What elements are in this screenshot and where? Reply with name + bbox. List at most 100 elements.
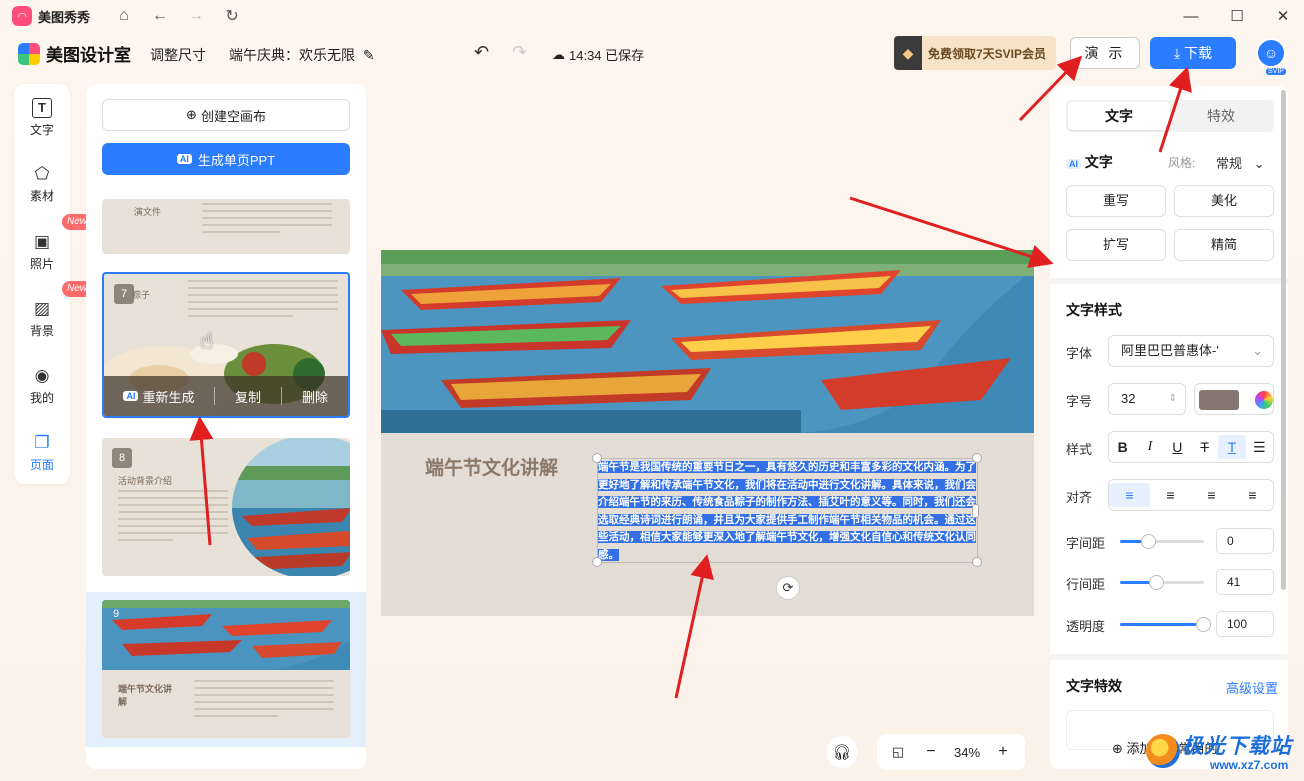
list-icon[interactable]: ☰ (1246, 439, 1273, 456)
align-left-icon[interactable]: ≡ (1109, 483, 1150, 507)
page-thumbnail[interactable]: 8 活动背景介绍 (102, 438, 350, 576)
slider-knob[interactable] (1196, 617, 1211, 632)
zoom-in-button[interactable]: + (991, 743, 1015, 761)
line-spacing-input[interactable]: 41 (1216, 569, 1274, 595)
delete-button[interactable]: 删除 (282, 387, 348, 406)
rail-item-background[interactable]: ▨ 背景 (14, 299, 70, 339)
slide-body-text-content[interactable]: 端午节是我国传统的重要节日之一，具有悠久的历史和丰富多彩的文化内涵。为了更好地了… (598, 461, 976, 561)
align-label: 对齐 (1066, 490, 1093, 505)
rail-item-photos[interactable]: ▣ 照片 (14, 232, 70, 272)
opacity-slider[interactable] (1120, 617, 1211, 632)
text-color-swatch[interactable] (1199, 389, 1239, 410)
align-right-icon[interactable]: ≡ (1191, 487, 1232, 503)
image-icon: ▣ (33, 232, 51, 251)
beautify-button[interactable]: 美化 (1174, 185, 1274, 217)
refresh-icon[interactable]: ↻ (218, 2, 246, 30)
generate-ppt-button[interactable]: AI 生成单页PPT (102, 143, 350, 175)
fit-screen-icon[interactable]: ◱ (877, 744, 919, 760)
document-title-text[interactable]: 端午庆典：欢乐无限 (229, 47, 355, 63)
rail-item-label: 素材 (29, 189, 54, 203)
ai-text-heading: AI 文字 (1066, 152, 1113, 172)
underline-icon[interactable]: U (1164, 439, 1191, 455)
resize-handle[interactable] (972, 504, 979, 518)
copy-button[interactable]: 复制 (215, 387, 281, 406)
rotate-icon[interactable]: ⟳ (776, 576, 800, 600)
letter-spacing-label: 字间距 (1066, 536, 1106, 551)
slide-title[interactable]: 端午节文化讲解 (425, 456, 575, 481)
selected-text-box[interactable]: 端午节是我国传统的重要节日之一，具有悠久的历史和丰富多彩的文化内涵。为了更好地了… (592, 453, 982, 567)
style-dropdown[interactable]: 常规 ⌄ (1216, 153, 1265, 172)
save-status-text: 14:34 已保存 (569, 48, 645, 63)
page-thumbnail-selected[interactable]: 7 粽子 ☝ AI 重新生成 复制 删除 (102, 272, 350, 418)
font-size-stepper[interactable]: 32 ⇕ (1108, 383, 1186, 415)
opacity-input[interactable]: 100 (1216, 611, 1274, 637)
redo-icon[interactable]: ↷ (512, 42, 527, 63)
headset-icon[interactable]: 🎧︎ (826, 736, 858, 768)
tab-effects[interactable]: 特效 (1170, 102, 1272, 130)
rail-item-materials[interactable]: ⬠ 素材 (14, 164, 70, 204)
create-blank-canvas-button[interactable]: ⊕ 创建空画布 (102, 99, 350, 131)
editor-toolbar: 美图设计室 调整尺寸 端午庆典：欢乐无限 ✎ ↶ ↷ ☁ 14:34 已保存 ◆… (0, 32, 1304, 76)
text-effects-heading: 文字特效 (1066, 678, 1122, 694)
slider-knob[interactable] (1149, 575, 1164, 590)
rail-item-mine[interactable]: ◉ 我的 (14, 366, 70, 406)
rail-item-pages[interactable]: ❐ 页面 (14, 433, 70, 473)
resize-handle[interactable] (592, 453, 602, 463)
resize-handle[interactable] (972, 453, 982, 463)
strikethrough-icon[interactable]: T (1191, 439, 1218, 455)
panel-scrollbar[interactable] (1281, 90, 1286, 590)
home-icon[interactable]: ⌂ (110, 2, 138, 30)
page-thumbnail-current[interactable]: 9 端午节文化讲解 (102, 600, 350, 738)
slide-body-text[interactable]: 端午节是我国传统的重要节日之一，具有悠久的历史和丰富多彩的文化内涵。为了更好地了… (598, 459, 977, 564)
page-thumbnail[interactable]: 演文件 (102, 199, 350, 254)
text-style-buttons: B I U T T̲ ☰ (1108, 431, 1274, 463)
resize-handle[interactable] (592, 557, 602, 567)
plus-circle-icon: ⊕ (186, 107, 197, 122)
maximize-button[interactable]: ☐ (1214, 2, 1260, 30)
page-number: 8 (112, 448, 132, 468)
italic-icon[interactable]: I (1136, 439, 1163, 455)
dragon-boat-illustration[interactable] (381, 250, 1034, 433)
line-spacing-slider[interactable] (1120, 575, 1204, 590)
vertical-text-icon[interactable]: T̲ (1218, 435, 1246, 459)
resize-handle[interactable] (972, 557, 982, 567)
regenerate-button[interactable]: AI 重新生成 (104, 387, 214, 406)
align-justify-icon[interactable]: ≡ (1232, 487, 1273, 503)
document-title[interactable]: 端午庆典：欢乐无限 ✎ (229, 45, 375, 65)
watermark-url: www.xz7.com (1210, 758, 1289, 772)
rewrite-button[interactable]: 重写 (1066, 185, 1166, 217)
bold-icon[interactable]: B (1109, 439, 1136, 455)
minimize-button[interactable]: — (1168, 2, 1214, 30)
diamond-icon: ◆ (902, 44, 914, 61)
arrow-right-icon[interactable]: → (182, 2, 210, 30)
close-button[interactable]: ✕ (1260, 2, 1304, 30)
divider (1050, 654, 1288, 660)
stepper-arrows-icon[interactable]: ⇕ (1169, 384, 1177, 414)
expand-button[interactable]: 扩写 (1066, 229, 1166, 261)
undo-icon[interactable]: ↶ (474, 42, 489, 63)
zoom-out-button[interactable]: − (919, 743, 943, 761)
download-button[interactable]: ⤓ 下载 (1150, 37, 1236, 69)
color-wheel-icon[interactable] (1254, 390, 1273, 409)
zoom-level[interactable]: 34% (943, 745, 991, 760)
letter-spacing-slider[interactable] (1120, 534, 1204, 549)
align-center-icon[interactable]: ≡ (1150, 487, 1191, 503)
tab-text[interactable]: 文字 (1068, 102, 1170, 130)
letter-spacing-input[interactable]: 0 (1216, 528, 1274, 554)
svip-promo-button[interactable]: ◆ 免费领取7天SVIP会员 (894, 36, 1056, 70)
arrow-left-icon[interactable]: ← (146, 2, 174, 30)
resize-button[interactable]: 调整尺寸 (150, 45, 206, 65)
present-button[interactable]: 演 示 (1070, 37, 1140, 69)
text-color-picker[interactable] (1194, 383, 1274, 415)
page-add-icon: ❐ (34, 433, 50, 452)
font-select[interactable]: 阿里巴巴普惠体-' ⌄ (1108, 335, 1274, 367)
avatar[interactable]: ☺ (1256, 38, 1286, 68)
edit-icon[interactable]: ✎ (363, 47, 375, 63)
slider-knob[interactable] (1141, 534, 1156, 549)
simplify-button[interactable]: 精简 (1174, 229, 1274, 261)
svip-promo-text: 免费领取7天SVIP会员 (928, 46, 1047, 61)
rail-item-text[interactable]: T 文字 (14, 98, 70, 138)
left-rail: T 文字 ⬠ 素材 New ▣ 照片 New ▨ 背景 ◉ 我的 ❐ 页面 (14, 84, 92, 484)
title-bar: ◠ 美图秀秀 ⌂ ← → ↻ — ☐ ✕ (0, 0, 1304, 32)
advanced-settings-link[interactable]: 高级设置 (1226, 678, 1278, 697)
